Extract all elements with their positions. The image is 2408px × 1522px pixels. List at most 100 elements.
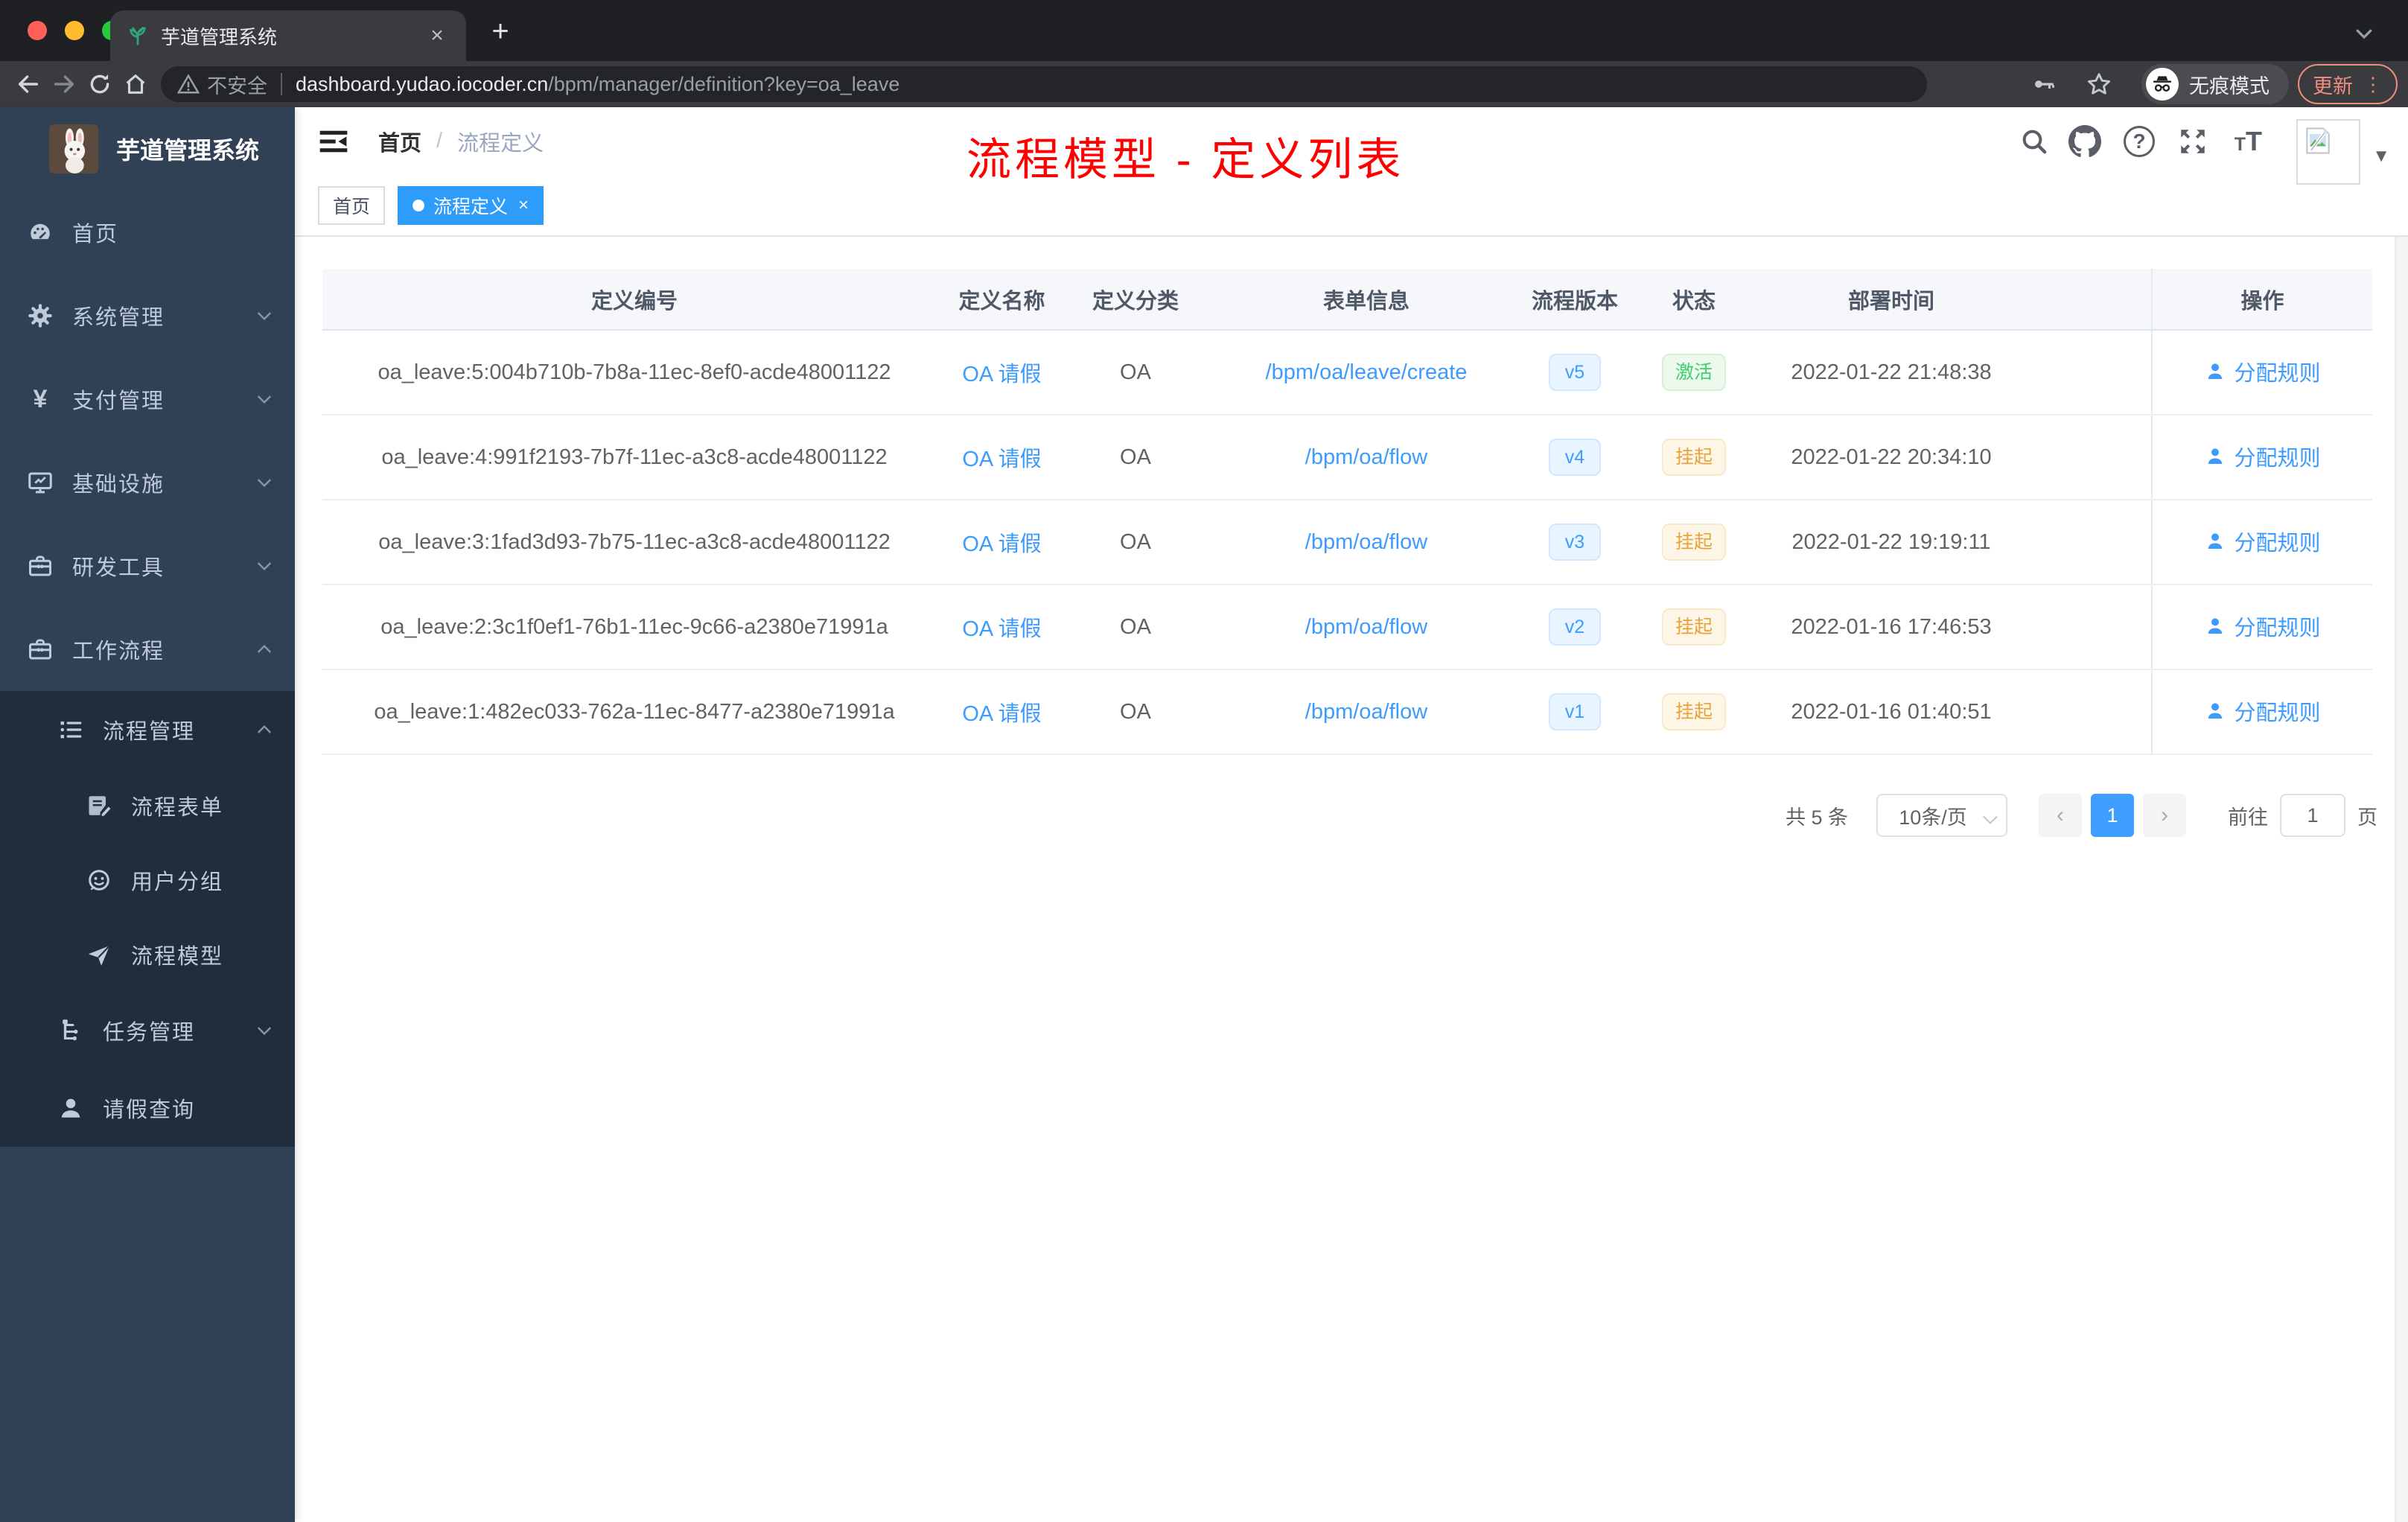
definition-name-link[interactable]: OA 请假	[962, 702, 1041, 726]
font-size-icon[interactable]: TT	[2235, 107, 2262, 175]
cell-definition-id: oa_leave:5:004b710b-7b8a-11ec-8ef0-acde4…	[322, 330, 946, 415]
tag-process-definition[interactable]: 流程定义 ×	[398, 185, 544, 225]
home-button[interactable]	[118, 66, 153, 102]
logo-rabbit-avatar	[49, 124, 98, 173]
sidebar-item-system[interactable]: 系统管理	[0, 274, 295, 357]
sidebar-logo[interactable]: 芋道管理系统	[0, 107, 295, 191]
address-bar[interactable]: 不安全 dashboard.yudao.iocoder.cn/bpm/manag…	[161, 66, 1927, 102]
close-window-button[interactable]	[28, 21, 47, 40]
definition-name-link[interactable]: OA 请假	[962, 448, 1041, 471]
header-search-button[interactable]	[2019, 107, 2049, 175]
version-badge: v4	[1549, 439, 1601, 476]
chevron-up-icon	[258, 725, 271, 733]
definition-table: 定义编号 定义名称 定义分类 表单信息 流程版本 状态 部署时间 操作 oa_l…	[322, 269, 2372, 755]
form-link[interactable]: /bpm/oa/flow	[1305, 530, 1427, 554]
github-icon[interactable]	[2068, 107, 2101, 175]
sidebar-item-user-group[interactable]: 用户分组	[0, 843, 295, 917]
page-size-select[interactable]: 10条/页	[1876, 794, 2007, 837]
avatar-caret-icon[interactable]: ▼	[2372, 146, 2390, 167]
tab-search-chevron-icon[interactable]	[2353, 22, 2375, 45]
tag-home[interactable]: 首页	[318, 185, 386, 225]
table-row: oa_leave:5:004b710b-7b8a-11ec-8ef0-acde4…	[322, 330, 2372, 415]
form-link[interactable]: /bpm/oa/flow	[1305, 615, 1427, 639]
cell-definition-id: oa_leave:2:3c1f0ef1-76b1-11ec-9c66-a2380…	[322, 585, 946, 670]
breadcrumb-current: 流程定义	[457, 131, 544, 156]
sidebar-item-process-model[interactable]: 流程模型	[0, 917, 295, 992]
annotation-title: 流程模型 - 定义列表	[966, 135, 1405, 185]
password-key-icon[interactable]	[2031, 71, 2057, 97]
cell-deploy-time: 2022-01-16 01:40:51	[1757, 669, 2025, 755]
bookmark-star-icon[interactable]	[2085, 70, 2113, 98]
tab-strip: 芋道管理系统 × +	[0, 0, 2408, 61]
form-link[interactable]: /bpm/oa/leave/create	[1266, 360, 1468, 384]
browser-menu-kebab-icon[interactable]: ⋮	[2363, 74, 2383, 94]
sidebar-item-process-management[interactable]: 流程管理	[0, 691, 295, 768]
prev-page-button[interactable]: ‹	[2039, 794, 2082, 837]
assign-rule-link[interactable]: 分配规则	[2204, 611, 2321, 642]
definition-name-link[interactable]: OA 请假	[962, 617, 1041, 641]
sidebar-item-process-form[interactable]: 流程表单	[0, 768, 295, 843]
cell-category: OA	[1057, 585, 1214, 670]
back-button[interactable]	[10, 66, 46, 102]
sidebar-collapse-icon[interactable]	[317, 125, 350, 158]
assign-rule-link[interactable]: 分配规则	[2204, 356, 2321, 387]
security-status-label[interactable]: 不安全	[207, 70, 267, 99]
assign-rule-link[interactable]: 分配规则	[2204, 441, 2321, 472]
pagination: 共 5 条 10条/页 ‹ 1 › 前往 页	[1786, 794, 2377, 837]
toolbox-icon	[29, 555, 51, 576]
incognito-badge: 无痕模式	[2141, 64, 2289, 104]
cell-category: OA	[1057, 330, 1214, 415]
forward-button[interactable]	[46, 66, 82, 102]
definition-name-link[interactable]: OA 请假	[962, 363, 1041, 386]
reload-button[interactable]	[82, 66, 118, 102]
browser-update-button[interactable]: 更新 ⋮	[2298, 64, 2398, 104]
tag-close-icon[interactable]: ×	[518, 195, 529, 216]
col-filler	[2025, 269, 2152, 331]
tab-close-icon[interactable]: ×	[424, 23, 450, 48]
table-row: oa_leave:3:1fad3d93-7b75-11ec-a3c8-acde4…	[322, 500, 2372, 585]
sidebar-item-infrastructure[interactable]: 基础设施	[0, 441, 295, 524]
page-scrollbar[interactable]	[2395, 237, 2408, 1522]
goto-page-input[interactable]	[2280, 794, 2345, 837]
col-actions: 操作	[2151, 269, 2372, 331]
table-row: oa_leave:4:991f2193-7b7f-11ec-a3c8-acde4…	[322, 415, 2372, 500]
cell-category: OA	[1057, 500, 1214, 585]
cell-deploy-time: 2022-01-22 21:48:38	[1757, 330, 2025, 415]
chevron-down-icon	[258, 1027, 271, 1036]
version-badge: v2	[1549, 608, 1601, 646]
new-tab-button[interactable]: +	[485, 16, 515, 48]
url-path: /bpm/manager/definition?key=oa_leave	[548, 72, 900, 95]
chevron-down-icon	[258, 395, 271, 404]
briefcase-icon	[29, 639, 51, 660]
next-page-button[interactable]: ›	[2143, 794, 2186, 837]
sidebar-item-home[interactable]: 首页	[0, 191, 295, 274]
tab-title: 芋道管理系统	[161, 25, 278, 48]
chevron-down-icon	[258, 562, 271, 571]
avatar[interactable]	[2296, 119, 2360, 185]
cell-deploy-time: 2022-01-16 17:46:53	[1757, 585, 2025, 670]
assign-rule-link[interactable]: 分配规则	[2204, 526, 2321, 557]
form-link[interactable]: /bpm/oa/flow	[1305, 445, 1427, 469]
sidebar-item-leave-query[interactable]: 请假查询	[0, 1069, 295, 1147]
fullscreen-icon[interactable]	[2177, 107, 2208, 175]
browser-tab[interactable]: 芋道管理系统 ×	[110, 10, 466, 61]
cell-deploy-time: 2022-01-22 20:34:10	[1757, 415, 2025, 500]
sidebar-item-workflow[interactable]: 工作流程	[0, 608, 295, 691]
form-link[interactable]: /bpm/oa/flow	[1305, 700, 1427, 724]
sidebar-item-payment[interactable]: ¥ 支付管理	[0, 357, 295, 441]
help-icon[interactable]: ?	[2124, 107, 2155, 175]
sidebar-item-task-management[interactable]: 任务管理	[0, 992, 295, 1069]
chevron-down-icon	[258, 479, 271, 488]
definition-name-link[interactable]: OA 请假	[962, 532, 1041, 556]
sidebar-item-dev-tools[interactable]: 研发工具	[0, 524, 295, 608]
gear-icon	[28, 304, 52, 328]
status-badge: 挂起	[1661, 439, 1726, 476]
col-process-version: 流程版本	[1519, 269, 1631, 331]
breadcrumb-home[interactable]: 首页	[378, 126, 421, 157]
cell-definition-id: oa_leave:1:482ec033-762a-11ec-8477-a2380…	[322, 669, 946, 755]
current-page-button[interactable]: 1	[2091, 794, 2134, 837]
incognito-label: 无痕模式	[2189, 74, 2270, 98]
browser-toolbar: 不安全 dashboard.yudao.iocoder.cn/bpm/manag…	[0, 61, 2408, 107]
assign-rule-link[interactable]: 分配规则	[2204, 695, 2321, 727]
minimize-window-button[interactable]	[65, 21, 84, 40]
